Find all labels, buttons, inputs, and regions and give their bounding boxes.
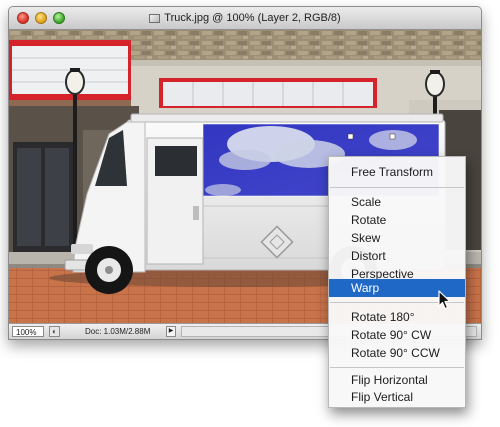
title-wrap: Truck.jpg @ 100% (Layer 2, RGB/8) — [9, 7, 481, 29]
menu-item-rotate-180[interactable]: Rotate 180° — [329, 308, 465, 326]
zoom-level-field[interactable]: 100% — [12, 326, 44, 337]
menu-item-rotate[interactable]: Rotate — [329, 211, 465, 229]
menu-item-flip-vertical[interactable]: Flip Vertical — [329, 388, 465, 406]
title-bar[interactable]: Truck.jpg @ 100% (Layer 2, RGB/8) — [9, 7, 481, 30]
menu-separator — [330, 367, 464, 368]
window-title: Truck.jpg @ 100% (Layer 2, RGB/8) — [164, 12, 341, 24]
arrow-cursor-icon — [438, 290, 451, 310]
menu-item-flip-horizontal[interactable]: Flip Horizontal — [329, 371, 465, 389]
transform-context-menu: Free Transform Scale Rotate Skew Distort… — [328, 156, 466, 408]
document-size-info: Doc: 1.03M/2.88M — [85, 327, 151, 336]
menu-separator — [330, 187, 464, 188]
menu-item-skew[interactable]: Skew — [329, 229, 465, 247]
status-popup-arrow[interactable]: ▶ — [166, 326, 176, 337]
menu-item-scale[interactable]: Scale — [329, 193, 465, 211]
preview-icon[interactable]: ◐ — [49, 326, 60, 337]
menu-item-rotate-90-ccw[interactable]: Rotate 90° CCW — [329, 344, 465, 362]
menu-item-rotate-90-cw[interactable]: Rotate 90° CW — [329, 326, 465, 344]
menu-item-free-transform[interactable]: Free Transform — [329, 163, 465, 181]
document-icon — [149, 13, 161, 23]
menu-item-distort[interactable]: Distort — [329, 247, 465, 265]
